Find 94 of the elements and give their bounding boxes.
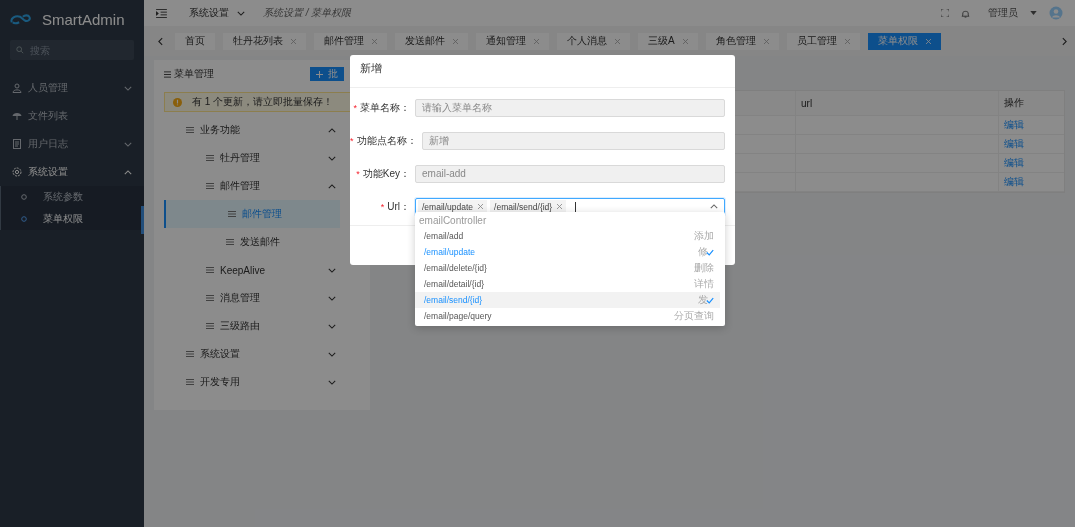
close-icon[interactable] (763, 38, 769, 44)
dropdown-option[interactable]: /email/update 修 (415, 244, 720, 260)
chevron-left-icon[interactable] (158, 36, 163, 46)
tab[interactable]: 通知管理 (476, 32, 549, 50)
user-icon (12, 83, 22, 93)
required-mark: * (380, 201, 385, 212)
drag-handle-icon (206, 323, 214, 329)
close-icon[interactable] (844, 38, 850, 44)
tab[interactable]: 员工管理 (786, 32, 860, 50)
breadcrumb: 系统设置 / 菜单权限 (263, 6, 352, 20)
dropdown-option[interactable]: /email/send/{id} 发 (415, 292, 720, 308)
close-icon[interactable] (291, 38, 296, 44)
menu-tree-icon (164, 70, 171, 78)
close-icon[interactable] (453, 38, 458, 44)
drag-handle-icon (206, 295, 214, 301)
drag-handle-icon (206, 183, 214, 189)
tree-item[interactable]: 业务功能 (164, 116, 340, 144)
tree-item[interactable]: 邮件管理 (164, 172, 340, 200)
tree-item[interactable]: 发送邮件 (164, 228, 340, 256)
chevron-right-icon[interactable] (1062, 36, 1067, 46)
tag: /email/update (418, 199, 488, 214)
document-icon (12, 139, 22, 149)
menu-icon[interactable] (156, 8, 167, 18)
tab[interactable]: 个人消息 (557, 32, 630, 50)
field-label: 功能点名称： (356, 133, 418, 148)
circle-icon (21, 216, 27, 222)
bell-icon[interactable] (961, 8, 970, 18)
avatar[interactable] (1049, 6, 1063, 20)
close-icon[interactable] (682, 38, 688, 44)
tab[interactable]: 牡丹花列表 (223, 32, 306, 50)
drag-handle-icon (206, 267, 214, 273)
plus-icon (316, 70, 323, 78)
close-icon[interactable] (478, 204, 484, 209)
chevron-down-icon (237, 10, 245, 16)
tree-item[interactable]: KeepAlive (164, 256, 340, 284)
tag: /email/send/{id} (490, 199, 567, 214)
drag-handle-icon (226, 239, 234, 245)
logo-icon (10, 13, 32, 25)
drag-handle-icon (228, 211, 236, 217)
menu-title[interactable]: 系统设置 (189, 6, 229, 20)
chevron-up-icon (710, 204, 718, 209)
caret-icon (1030, 11, 1037, 15)
sidebar-item[interactable]: 文件列表 (0, 102, 144, 130)
tab[interactable]: 三级A (638, 32, 698, 50)
dropdown-option[interactable]: /email/detail/{id} 详情 (415, 276, 720, 292)
alert-text: 有 1 个更新，请立即批量保存！ (192, 95, 334, 109)
fullscreen-icon[interactable] (941, 9, 949, 17)
sidebar-subitem[interactable]: 菜单权限 (0, 208, 144, 230)
column-header: 操作 (998, 91, 1064, 115)
close-icon[interactable] (615, 38, 620, 44)
required-mark: * (353, 102, 357, 113)
dialog-title: 新增 (360, 62, 382, 74)
tab[interactable]: 邮件管理 (314, 32, 387, 50)
panel-title: 菜单管理 (174, 67, 215, 81)
tab[interactable]: 首页 (175, 32, 215, 50)
option-group-label: emailController (418, 213, 488, 228)
tab[interactable]: 菜单权限 (867, 32, 941, 50)
circle-icon (21, 194, 27, 200)
warning-icon (173, 97, 182, 107)
drag-handle-icon (186, 351, 194, 357)
required-mark: * (350, 135, 354, 146)
close-icon[interactable] (557, 204, 563, 209)
sidebar-item[interactable]: 系统设置 (0, 158, 144, 186)
tree-item[interactable]: 牡丹管理 (164, 144, 340, 172)
required-mark: * (356, 168, 360, 179)
check-icon (706, 248, 714, 256)
sidebar-item[interactable]: 用户日志 (0, 130, 144, 158)
text-cursor (575, 201, 577, 212)
tree-item[interactable]: 三级路由 (164, 312, 340, 340)
user-name[interactable]: 管理员 (988, 6, 1018, 20)
umbrella-icon (12, 111, 22, 121)
field-label: 功能Key： (362, 166, 411, 181)
tree-item[interactable]: 消息管理 (164, 284, 340, 312)
field-label: 菜单名称： (360, 100, 411, 115)
batch-button[interactable]: 批 (310, 67, 344, 81)
check-icon (706, 296, 714, 304)
brand-name: SmartAdmin (42, 10, 125, 28)
dropdown-option[interactable]: /email/page/query 分页查询 (415, 308, 720, 324)
tree-item[interactable]: 系统设置 (164, 340, 340, 368)
tree-item[interactable]: 开发专用 (164, 368, 340, 396)
settings-icon (12, 167, 22, 177)
sidebar-subitem[interactable]: 系统参数 (0, 186, 144, 208)
drag-handle-icon (186, 379, 194, 385)
close-icon[interactable] (534, 38, 539, 44)
drag-handle-icon (186, 127, 194, 133)
close-icon[interactable] (372, 38, 377, 44)
tab[interactable]: 发送邮件 (395, 32, 468, 50)
sidebar-item[interactable]: 人员管理 (0, 74, 144, 102)
column-header: url (795, 91, 998, 115)
field-label: Url： (387, 199, 411, 214)
drag-handle-icon (206, 155, 214, 161)
tab[interactable]: 角色管理 (705, 32, 779, 50)
dropdown-option[interactable]: /email/add 添加 (415, 228, 720, 244)
dropdown-option[interactable]: /email/delete/{id} 删除 (415, 260, 720, 276)
